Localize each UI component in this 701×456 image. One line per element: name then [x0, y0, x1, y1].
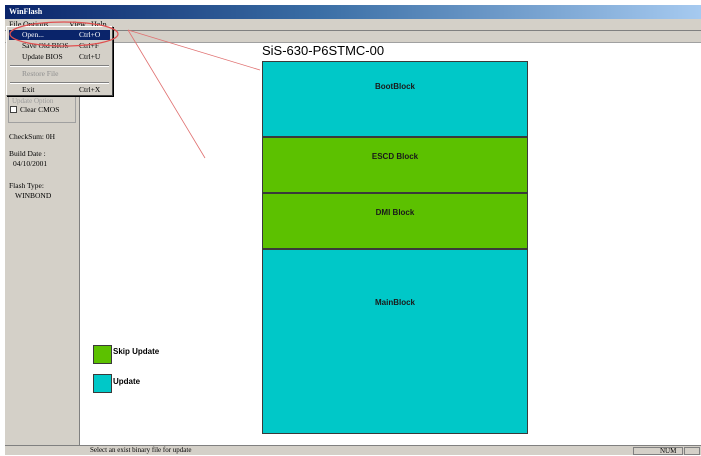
menu-separator [10, 65, 109, 67]
file-menu-dropdown: Open... Ctrl+O Save Old BIOS Ctrl+F Upda… [6, 26, 113, 96]
annotation-line [127, 29, 206, 159]
status-bar: Select an exist binary file for update N… [5, 445, 701, 455]
legend-update-label: Update [113, 377, 141, 386]
block-label: DMI Block [375, 208, 415, 217]
window-title: WinFlash [9, 7, 43, 16]
status-pane-extra [684, 447, 700, 455]
menu-item-shortcut: Ctrl+F [79, 41, 100, 50]
dmi-block: DMI Block [262, 193, 528, 249]
block-label: MainBlock [374, 298, 415, 307]
update-option-label: Update Option [12, 97, 54, 105]
checksum-text: CheckSum: 0H [9, 132, 56, 141]
menu-item-update-bios[interactable]: Update BIOS Ctrl+U [9, 52, 110, 62]
build-date-value: 04/10/2001 [13, 159, 48, 168]
chart-title: SiS-630-P6STMC-00 [262, 43, 385, 58]
clear-cmos-label: Clear CMOS [20, 105, 60, 114]
menu-item-label: Save Old BIOS [22, 41, 69, 50]
menu-item-label: Open... [22, 30, 44, 39]
menu-item-exit[interactable]: Exit Ctrl+X [9, 85, 110, 95]
legend-skip-label: Skip Update [113, 347, 160, 356]
title-bar: WinFlash [5, 5, 701, 19]
menu-item-save-old-bios[interactable]: Save Old BIOS Ctrl+F [9, 41, 110, 51]
menu-item-shortcut: Ctrl+U [79, 52, 101, 61]
status-pane-num: NUM [633, 447, 683, 455]
clear-cmos-checkbox[interactable] [10, 106, 17, 113]
escd-block: ESCD Block [262, 137, 528, 193]
menu-separator [10, 82, 109, 84]
clear-cmos-option[interactable]: Clear CMOS [10, 105, 59, 114]
boot-block: BootBlock [262, 61, 528, 137]
legend-update-swatch [93, 374, 112, 393]
status-message: Select an exist binary file for update [90, 446, 192, 454]
build-date-label: Build Date : [9, 149, 46, 158]
block-label: BootBlock [375, 82, 415, 91]
menu-item-open[interactable]: Open... Ctrl+O [9, 30, 110, 40]
block-label: ESCD Block [371, 152, 419, 161]
flash-type-value: WINBOND [15, 191, 52, 200]
menu-item-label: Restore File [22, 69, 59, 78]
menu-item-restore-file: Restore File [9, 69, 110, 79]
main-block: MainBlock [262, 249, 528, 434]
info-panel: Update Option Clear CMOS CheckSum: 0H Bu… [5, 43, 80, 445]
menu-item-label: Exit [22, 85, 35, 94]
menu-item-shortcut: Ctrl+X [79, 85, 101, 94]
flash-type-label: Flash Type: [9, 181, 44, 190]
menu-item-label: Update BIOS [22, 52, 63, 61]
legend-skip-swatch [93, 345, 112, 364]
menu-item-shortcut: Ctrl+O [79, 30, 101, 39]
